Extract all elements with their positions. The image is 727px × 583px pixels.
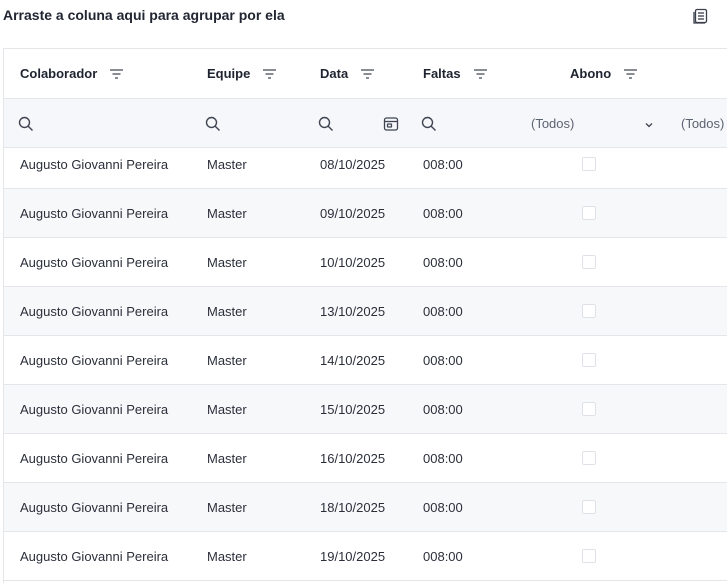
abono-checkbox[interactable] [582,500,596,514]
abono-checkbox[interactable] [582,549,596,563]
cell-faltas: 008:00 [423,500,463,515]
grid-header-row: Colaborador Equipe Data Faltas Abono [4,49,727,99]
cell-data: 16/10/2025 [320,451,386,466]
abono-checkbox[interactable] [582,157,596,171]
abono-checkbox[interactable] [582,353,596,367]
cell-equipe: Master [207,402,247,417]
cell-colaborador: Augusto Giovanni Pereira [20,255,169,270]
header-data-label: Data [320,66,349,81]
group-panel-text: Arraste a coluna aqui para agrupar por e… [3,7,285,23]
cell-equipe: Master [207,304,247,319]
cell-data: 13/10/2025 [320,304,386,319]
header-faltas[interactable]: Faltas [423,49,488,98]
table-row[interactable]: Augusto Giovanni Pereira Master 18/10/2025… [4,483,727,532]
group-panel: Arraste a coluna aqui para agrupar por e… [0,0,727,34]
search-icon[interactable] [421,116,437,132]
cell-data: 18/10/2025 [320,500,386,515]
calendar-icon[interactable] [383,116,399,132]
cell-colaborador: Augusto Giovanni Pereira [20,304,169,319]
cell-faltas: 008:00 [423,157,463,172]
cell-data: 09/10/2025 [320,206,386,221]
cell-data: 08/10/2025 [320,157,386,172]
chevron-down-icon[interactable] [643,118,655,130]
cell-equipe: Master [207,206,247,221]
header-data[interactable]: Data [320,49,375,98]
cell-colaborador: Augusto Giovanni Pereira [20,402,169,417]
abono-checkbox[interactable] [582,304,596,318]
header-equipe-label: Equipe [207,66,251,81]
cell-data: 14/10/2025 [320,353,386,368]
cell-faltas: 008:00 [423,451,463,466]
header-abono[interactable]: Abono [570,49,638,98]
search-icon[interactable] [318,116,334,132]
cell-equipe: Master [207,451,247,466]
cell-equipe: Master [207,255,247,270]
cell-colaborador: Augusto Giovanni Pereira [20,549,169,564]
table-row[interactable]: Augusto Giovanni Pereira Master 14/10/2025… [4,336,727,385]
search-icon[interactable] [18,116,34,132]
header-colaborador-label: Colaborador [20,66,98,81]
cell-faltas: 008:00 [423,206,463,221]
table-row[interactable]: Augusto Giovanni Pereira Master 08/10/2025… [4,148,727,189]
cell-faltas: 008:00 [423,402,463,417]
header-abono-label: Abono [570,66,612,81]
column-menu-icon[interactable] [262,68,277,80]
column-chooser-icon[interactable] [692,7,710,25]
column-menu-icon[interactable] [473,68,488,80]
cell-equipe: Master [207,500,247,515]
abono-checkbox[interactable] [582,206,596,220]
abono-checkbox[interactable] [582,451,596,465]
cell-faltas: 008:00 [423,353,463,368]
cell-data: 10/10/2025 [320,255,386,270]
table-row[interactable]: Augusto Giovanni Pereira Master 09/10/2025… [4,189,727,238]
cell-faltas: 008:00 [423,549,463,564]
cell-colaborador: Augusto Giovanni Pereira [20,206,169,221]
cell-colaborador: Augusto Giovanni Pereira [20,353,169,368]
search-icon[interactable] [205,116,221,132]
table-row[interactable]: Augusto Giovanni Pereira Master 13/10/2025… [4,287,727,336]
cell-equipe: Master [207,353,247,368]
column-menu-icon[interactable] [623,68,638,80]
next-column-filter-select[interactable]: (Todos) [681,116,724,131]
column-menu-icon[interactable] [109,68,124,80]
cell-faltas: 008:00 [423,255,463,270]
cell-colaborador: Augusto Giovanni Pereira [20,451,169,466]
table-row[interactable]: Augusto Giovanni Pereira Master 15/10/2025… [4,385,727,434]
abono-checkbox[interactable] [582,255,596,269]
column-menu-icon[interactable] [360,68,375,80]
data-grid: Colaborador Equipe Data Faltas Abono (To… [3,48,727,583]
cell-equipe: Master [207,549,247,564]
cell-colaborador: Augusto Giovanni Pereira [20,500,169,515]
header-colaborador[interactable]: Colaborador [20,49,124,98]
cell-data: 19/10/2025 [320,549,386,564]
table-row[interactable]: Augusto Giovanni Pereira Master 16/10/2025… [4,434,727,483]
cell-colaborador: Augusto Giovanni Pereira [20,157,169,172]
cell-data: 15/10/2025 [320,402,386,417]
table-row[interactable]: Augusto Giovanni Pereira Master 10/10/2025… [4,238,727,287]
table-row[interactable]: Augusto Giovanni Pereira Master 19/10/2025… [4,532,727,581]
abono-filter-select[interactable]: (Todos) [531,116,574,131]
header-equipe[interactable]: Equipe [207,49,277,98]
header-faltas-label: Faltas [423,66,461,81]
cell-equipe: Master [207,157,247,172]
grid-filter-row: (Todos) (Todos) [4,99,727,148]
cell-faltas: 008:00 [423,304,463,319]
abono-checkbox[interactable] [582,402,596,416]
